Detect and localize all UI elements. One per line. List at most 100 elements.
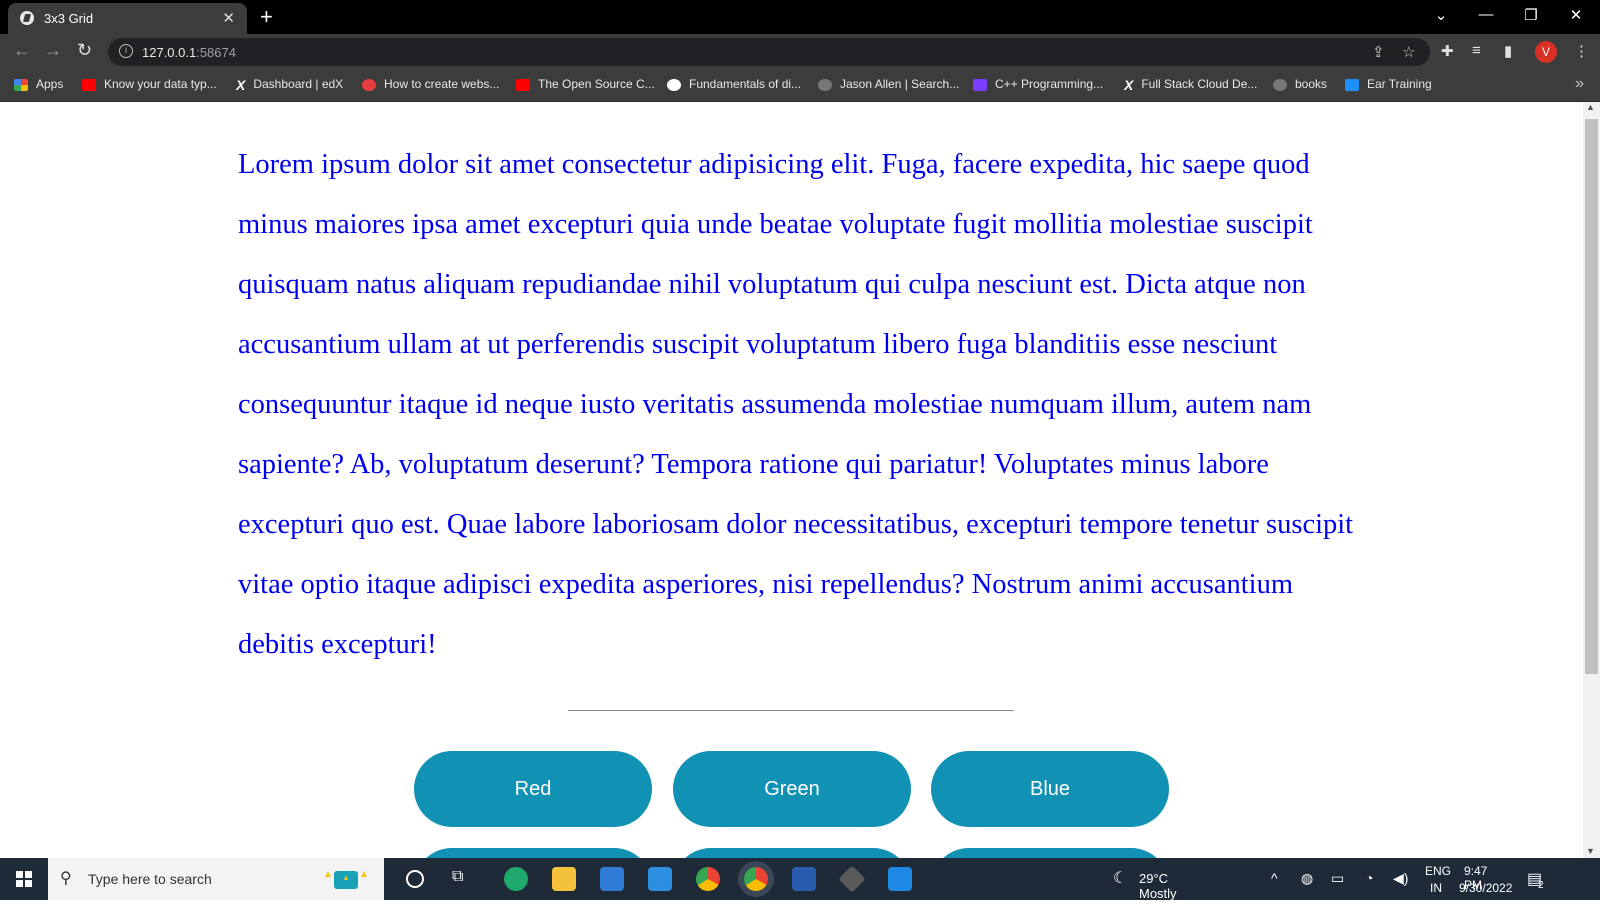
minimize-icon[interactable]: — <box>1471 6 1501 23</box>
search-highlight-icon <box>325 871 367 889</box>
bookmark-apps[interactable]: Apps <box>14 77 63 91</box>
bookmark-star-icon[interactable]: ☆ <box>1402 43 1415 61</box>
bookmark-item[interactable]: Jason Allen | Search... <box>818 77 959 91</box>
windows-start-icon[interactable] <box>16 871 32 887</box>
powershell-icon[interactable] <box>792 867 816 891</box>
grid-button[interactable] <box>414 848 652 858</box>
taskbar-search[interactable]: ⚲ Type here to search <box>48 858 384 900</box>
url-text: 127.0.0.1:58674 <box>142 45 236 60</box>
more-bookmarks-icon[interactable]: » <box>1575 75 1584 93</box>
chevron-up-icon[interactable]: ^ <box>1271 870 1278 886</box>
url-host: 127.0.0.1 <box>142 45 197 60</box>
page-viewport: Lorem ipsum dolor sit amet consectetur a… <box>0 102 1583 858</box>
search-placeholder: Type here to search <box>88 871 212 887</box>
bookmark-item[interactable]: Ear Training <box>1345 77 1432 91</box>
globe-icon <box>818 78 832 91</box>
url-port: :58674 <box>196 45 236 60</box>
search-icon: ⚲ <box>60 870 72 887</box>
chrome-icon[interactable] <box>696 867 720 891</box>
green-button[interactable]: Green <box>673 751 911 827</box>
globe-icon <box>1273 78 1287 91</box>
edge-icon[interactable] <box>504 867 528 891</box>
edx-icon: X <box>1124 77 1134 93</box>
vertical-scrollbar[interactable]: ▲ ▼ <box>1583 102 1600 858</box>
red-button[interactable]: Red <box>414 751 652 827</box>
weather-icon: ☾ <box>1113 870 1128 887</box>
reload-icon[interactable]: ↻ <box>77 40 92 61</box>
side-panel-icon[interactable]: ▮ <box>1504 42 1512 60</box>
scrollbar-thumb[interactable] <box>1585 119 1598 674</box>
git-icon[interactable] <box>838 865 866 893</box>
ask-icon <box>362 78 376 91</box>
bookmark-label: Ear Training <box>1367 77 1432 91</box>
notification-count: 2 <box>1538 880 1544 891</box>
page-favicon-icon <box>20 11 34 25</box>
task-view-icon[interactable]: ⧉ <box>452 868 476 892</box>
language-text[interactable]: ENG <box>1425 864 1451 878</box>
bookmark-item[interactable]: How to create webs... <box>362 77 499 91</box>
bookmark-label: Apps <box>36 77 64 91</box>
new-tab-icon[interactable]: + <box>260 4 273 30</box>
bookmark-item[interactable]: The Open Source C... <box>516 77 655 91</box>
mail-icon[interactable] <box>648 867 672 891</box>
scroll-down-icon[interactable]: ▼ <box>1586 846 1595 856</box>
forward-icon[interactable]: → <box>44 40 62 61</box>
bookmark-item[interactable]: Know your data typ... <box>82 77 217 91</box>
battery-icon[interactable]: ▭ <box>1331 870 1344 887</box>
bookmarks-bar: Apps Know your data typ... X Dashboard | … <box>0 69 1600 102</box>
youtube-icon <box>82 78 96 91</box>
grid-button[interactable] <box>673 848 911 858</box>
cortana-icon[interactable] <box>406 870 424 888</box>
bookmark-item[interactable]: X Full Stack Cloud De... <box>1124 77 1257 93</box>
store-icon[interactable] <box>600 867 624 891</box>
volume-icon[interactable]: ◀) <box>1393 870 1408 887</box>
windows-taskbar: ⚲ Type here to search ⧉ ☾ 29°C Mostly cl… <box>0 858 1600 916</box>
restore-icon[interactable]: ❐ <box>1516 6 1546 24</box>
bookmark-label: C++ Programming... <box>995 77 1104 91</box>
bookmark-label: Full Stack Cloud De... <box>1141 77 1258 92</box>
share-icon[interactable]: ⇪ <box>1372 43 1385 61</box>
google-icon <box>667 78 681 91</box>
bookmark-label: The Open Source C... <box>538 77 655 91</box>
bookmark-item[interactable]: Fundamentals of di... <box>667 77 801 91</box>
music-icon <box>1345 78 1359 91</box>
lorem-paragraph: Lorem ipsum dolor sit amet consectetur a… <box>238 149 1354 660</box>
tab-search-icon[interactable]: ⌄ <box>1426 6 1456 24</box>
chrome-profile-icon[interactable] <box>744 867 768 891</box>
browser-toolbar: ← → ↻ i 127.0.0.1:58674 ⇪ ☆ ✚ ≡ ▮ V ⋮ <box>0 34 1600 69</box>
extensions-icon[interactable]: ✚ <box>1441 42 1454 60</box>
vscode-icon[interactable] <box>888 867 912 891</box>
bookmark-label: Jason Allen | Search... <box>840 77 960 91</box>
tab-title: 3x3 Grid <box>44 11 94 26</box>
back-icon[interactable]: ← <box>13 40 31 61</box>
bookmark-label: Know your data typ... <box>104 77 217 91</box>
file-explorer-icon[interactable] <box>552 867 576 891</box>
bookmark-item[interactable]: books <box>1273 77 1327 91</box>
site-info-icon[interactable]: i <box>119 44 133 58</box>
browser-tab[interactable]: 3x3 Grid ✕ <box>8 3 247 34</box>
meet-icon[interactable]: ◍ <box>1301 870 1313 887</box>
wifi-icon[interactable]: ◔ <box>1365 870 1373 886</box>
bookmark-label: How to create webs... <box>384 77 500 91</box>
edx-icon: X <box>236 77 246 93</box>
profile-avatar[interactable]: V <box>1535 41 1557 63</box>
menu-icon[interactable]: ⋮ <box>1574 42 1589 60</box>
close-window-icon[interactable]: ✕ <box>1561 6 1591 24</box>
scroll-up-icon[interactable]: ▲ <box>1586 102 1595 112</box>
youtube-icon <box>516 78 530 91</box>
blue-button[interactable]: Blue <box>931 751 1169 827</box>
bookmark-item[interactable]: X Dashboard | edX <box>236 77 343 93</box>
address-bar[interactable]: i 127.0.0.1:58674 ⇪ ☆ <box>108 38 1430 66</box>
bookmark-icon <box>973 78 987 91</box>
bookmark-item[interactable]: C++ Programming... <box>973 77 1103 91</box>
browser-title-bar: 3x3 Grid ✕ + ⌄ — ❐ ✕ <box>0 0 1600 34</box>
bookmark-label: books <box>1295 77 1328 91</box>
bookmark-label: Dashboard | edX <box>253 77 344 92</box>
bookmark-label: Fundamentals of di... <box>689 77 802 91</box>
grid-button[interactable] <box>931 848 1169 858</box>
region-text[interactable]: IN <box>1430 881 1442 895</box>
weather-text[interactable]: 29°C Mostly clear <box>1139 871 1177 916</box>
clock-date[interactable]: 9/30/2022 <box>1459 881 1512 895</box>
close-tab-icon[interactable]: ✕ <box>222 9 235 27</box>
reading-list-icon[interactable]: ≡ <box>1472 42 1481 59</box>
